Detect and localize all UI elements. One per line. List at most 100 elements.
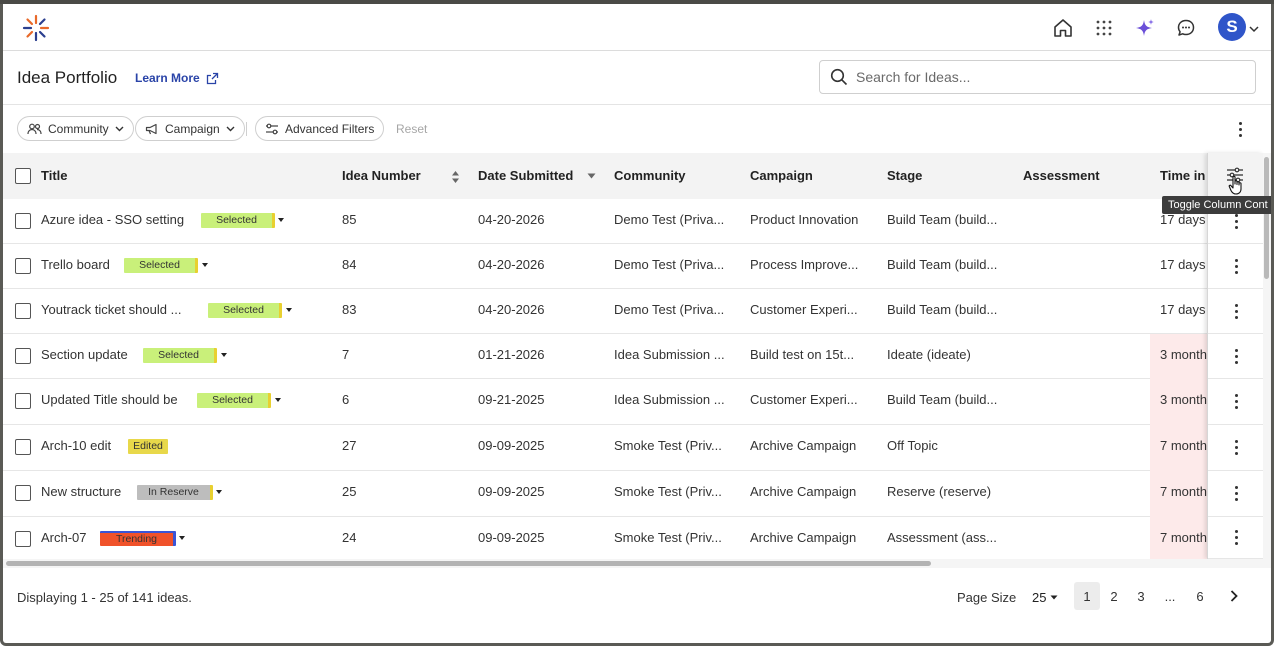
external-link-icon xyxy=(206,72,218,84)
idea-title[interactable]: Azure idea - SSO setting xyxy=(41,212,184,227)
horizontal-scrollbar[interactable] xyxy=(3,559,1271,568)
row-actions-cell xyxy=(1208,379,1264,425)
brand-logo-icon[interactable] xyxy=(21,14,51,42)
column-header-idea-number[interactable]: Idea Number xyxy=(342,168,421,183)
status-caret-icon[interactable] xyxy=(216,490,222,494)
result-count: Displaying 1 - 25 of 141 ideas. xyxy=(17,590,192,605)
status-caret-icon[interactable] xyxy=(286,308,292,312)
idea-title[interactable]: Updated Title should be xyxy=(41,392,178,407)
stage-cell: Ideate (ideate) xyxy=(887,347,971,362)
row-more-icon[interactable] xyxy=(1228,484,1244,504)
column-header-time-in[interactable]: Time in xyxy=(1160,168,1207,183)
vertical-scroll-thumb[interactable] xyxy=(1264,157,1269,279)
idea-title[interactable]: Arch-10 edit xyxy=(41,438,111,453)
table-row[interactable]: New structure In Reserve 25 09-09-2025 S… xyxy=(3,471,1207,517)
column-header-assessment[interactable]: Assessment xyxy=(1023,168,1100,183)
table-row[interactable]: Section update Selected 7 01-21-2026 Ide… xyxy=(3,334,1207,379)
idea-title[interactable]: New structure xyxy=(41,484,121,499)
row-checkbox[interactable] xyxy=(15,258,31,274)
status-caret-icon[interactable] xyxy=(275,398,281,402)
column-header-community[interactable]: Community xyxy=(614,168,686,183)
status-caret-icon[interactable] xyxy=(221,353,227,357)
community-cell: Demo Test (Priva... xyxy=(614,212,725,227)
column-header-campaign[interactable]: Campaign xyxy=(750,168,813,183)
idea-number: 24 xyxy=(342,530,357,545)
page-button-3[interactable]: 3 xyxy=(1128,582,1154,610)
stage-cell: Build Team (build... xyxy=(887,257,998,272)
community-filter-chip[interactable]: Community xyxy=(17,116,134,141)
next-page-icon[interactable] xyxy=(1221,582,1247,610)
row-actions-cell xyxy=(1208,425,1264,471)
chat-icon[interactable] xyxy=(1173,15,1199,41)
search-box[interactable] xyxy=(819,60,1256,94)
status-caret-icon[interactable] xyxy=(278,218,284,222)
row-more-icon[interactable] xyxy=(1228,256,1244,276)
table-row[interactable]: Trello board Selected 84 04-20-2026 Demo… xyxy=(3,244,1207,289)
chevron-down-icon xyxy=(115,126,124,131)
learn-more-link[interactable]: Learn More xyxy=(135,71,219,85)
sort-icon[interactable] xyxy=(451,170,460,184)
row-more-icon[interactable] xyxy=(1228,211,1244,231)
apps-grid-icon[interactable] xyxy=(1091,15,1117,41)
page-size-select[interactable]: 25 xyxy=(1032,590,1058,605)
table-row[interactable]: Updated Title should be Selected 6 09-21… xyxy=(3,379,1207,425)
row-checkbox[interactable] xyxy=(15,485,31,501)
date-submitted: 04-20-2026 xyxy=(478,212,545,227)
row-checkbox[interactable] xyxy=(15,213,31,229)
table-row[interactable]: Azure idea - SSO setting Selected 85 04-… xyxy=(3,199,1207,244)
select-all-checkbox[interactable] xyxy=(15,168,31,184)
table-header: Title Idea Number Date Submitted Communi… xyxy=(3,153,1207,199)
row-more-icon[interactable] xyxy=(1228,438,1244,458)
home-icon[interactable] xyxy=(1050,15,1076,41)
page-button-6[interactable]: 6 xyxy=(1187,582,1213,610)
status-caret-icon[interactable] xyxy=(202,263,208,267)
idea-title[interactable]: Trello board xyxy=(41,257,110,272)
row-more-icon[interactable] xyxy=(1228,301,1244,321)
row-actions-cell xyxy=(1208,289,1264,334)
status-badge: Selected xyxy=(201,213,275,228)
table-row[interactable]: Arch-10 edit Edited 27 09-09-2025 Smoke … xyxy=(3,425,1207,471)
search-icon xyxy=(830,68,848,86)
row-more-icon[interactable] xyxy=(1228,392,1244,412)
column-header-date-submitted[interactable]: Date Submitted xyxy=(478,168,573,183)
ai-sparkle-icon[interactable] xyxy=(1132,15,1158,41)
row-checkbox[interactable] xyxy=(15,393,31,409)
status-caret-icon[interactable] xyxy=(179,536,185,540)
column-header-stage[interactable]: Stage xyxy=(887,168,922,183)
toggle-columns-tooltip: Toggle Column Cont xyxy=(1162,196,1271,214)
row-checkbox[interactable] xyxy=(15,531,31,547)
row-checkbox[interactable] xyxy=(15,348,31,364)
idea-title[interactable]: Youtrack ticket should ... xyxy=(41,302,181,317)
reset-button[interactable]: Reset xyxy=(396,122,427,136)
row-more-icon[interactable] xyxy=(1228,346,1244,366)
time-in-cell: 17 days xyxy=(1160,212,1206,227)
more-options-icon[interactable] xyxy=(1232,119,1248,139)
page-button-2[interactable]: 2 xyxy=(1101,582,1127,610)
search-input[interactable] xyxy=(856,69,1236,85)
sort-desc-icon[interactable] xyxy=(587,173,596,179)
chevron-down-icon[interactable] xyxy=(1249,21,1259,36)
title-bar: Idea Portfolio Learn More xyxy=(3,51,1271,105)
app-frame: S Idea Portfolio Learn More Community Ca… xyxy=(0,4,1274,646)
row-actions-cell xyxy=(1208,334,1264,379)
page-button-1[interactable]: 1 xyxy=(1074,582,1100,610)
row-checkbox[interactable] xyxy=(15,439,31,455)
stage-cell: Build Team (build... xyxy=(887,212,998,227)
advanced-filters-chip[interactable]: Advanced Filters xyxy=(255,116,385,141)
table-row[interactable]: Youtrack ticket should ... Selected 83 0… xyxy=(3,289,1207,334)
row-checkbox[interactable] xyxy=(15,303,31,319)
row-more-icon[interactable] xyxy=(1228,528,1244,548)
app-header: S xyxy=(3,4,1271,51)
table-row[interactable]: Arch-07 Trending 24 09-09-2025 Smoke Tes… xyxy=(3,517,1207,559)
community-cell: Demo Test (Priva... xyxy=(614,257,725,272)
column-header-title[interactable]: Title xyxy=(41,168,68,183)
date-submitted: 09-09-2025 xyxy=(478,438,545,453)
idea-number: 6 xyxy=(342,392,350,407)
avatar[interactable]: S xyxy=(1218,13,1246,41)
horizontal-scroll-thumb[interactable] xyxy=(6,561,931,566)
stage-cell: Build Team (build... xyxy=(887,302,998,317)
idea-title[interactable]: Section update xyxy=(41,347,128,362)
stage-cell: Reserve (reserve) xyxy=(887,484,992,499)
idea-title[interactable]: Arch-07 xyxy=(41,530,87,545)
campaign-filter-chip[interactable]: Campaign xyxy=(135,116,245,141)
